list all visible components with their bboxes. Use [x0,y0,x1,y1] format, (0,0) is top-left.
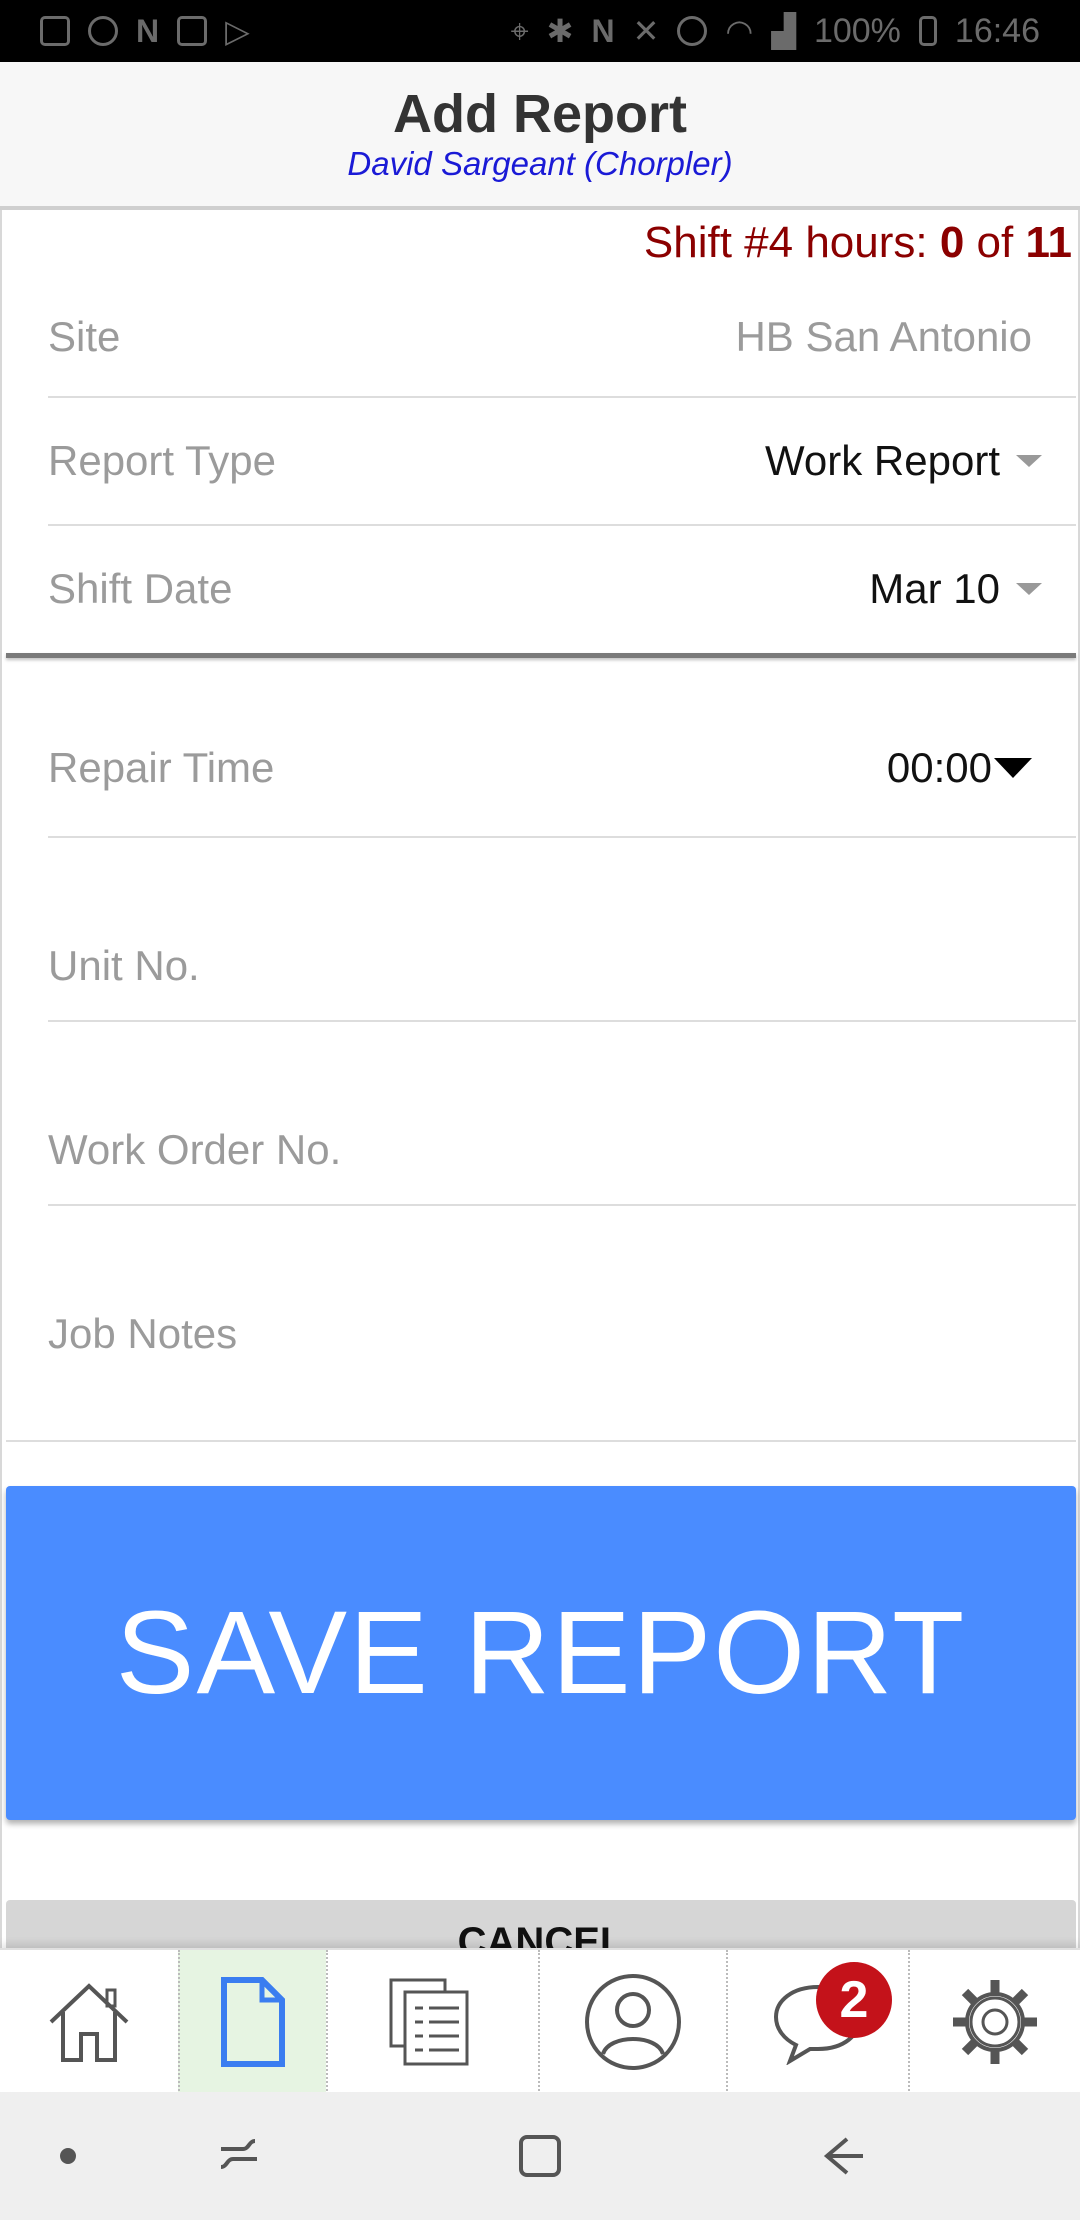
bottom-tab-bar: 2 [0,1948,1080,2094]
nfc-icon: N [591,13,615,49]
n-icon: N [136,13,160,49]
work-order-field-wrap [48,1126,1076,1206]
chevron-down-icon [1016,583,1042,595]
system-nav-bar [0,2092,1080,2220]
shift-date-select[interactable]: Shift Date Mar 10 [48,526,1076,652]
battery-percent: 100% [813,11,901,50]
document-icon [221,1977,285,2067]
dot-icon [60,2148,76,2164]
repair-time-label: Repair Time [48,744,275,791]
shift-hours-total: 11 [1025,218,1072,267]
job-notes-underline [6,1440,1076,1442]
home-icon [49,1983,129,2062]
account-icon [88,16,118,46]
shift-date-value-wrap: Mar 10 [869,565,1076,613]
tab-home[interactable] [0,1950,178,2094]
home-square-icon [519,2135,561,2177]
nav-back[interactable] [804,2092,884,2220]
tab-add-report[interactable] [178,1950,326,2094]
alarm-icon [677,16,708,46]
nav-recent-apps[interactable] [200,2092,280,2220]
page-title: Add Report [393,84,687,144]
battery-charging-icon [918,16,937,46]
save-report-button[interactable]: SAVE REPORT [6,1486,1076,1820]
site-label: Site [48,313,121,360]
shift-date-label: Shift Date [48,565,233,612]
mail-icon [40,16,70,46]
unit-no-field-wrap [48,942,1076,1022]
section-divider [6,653,1076,658]
site-value: HB San Antonio [735,313,1032,360]
report-type-label: Report Type [48,437,277,484]
job-notes-field-wrap [48,1310,1076,1400]
sim-icon [177,16,208,46]
tab-profile[interactable] [538,1950,726,2094]
tab-messages[interactable]: 2 [726,1950,908,2094]
mute-icon: ✕ [632,13,660,49]
nav-dot[interactable] [40,2092,96,2220]
unit-no-input[interactable] [48,942,1076,990]
location-icon: ⌖ [510,13,529,49]
shift-hours-indicator: Shift #4 hours: 0 of 11 [644,218,1072,268]
user-subtitle: David Sargeant (Chorpler) [347,145,733,182]
shift-hours-current: 0 [939,218,965,267]
report-type-select[interactable]: Report Type Work Report [48,398,1076,526]
job-notes-textarea[interactable] [48,1310,1076,1370]
status-bar: N ▷ ⌖ ✱ N ✕ ◠ ▟ 100% 16:46 [0,0,1080,62]
shift-hours-prefix: Shift #4 hours: [643,218,940,267]
report-type-value-wrap: Work Report [765,437,1076,485]
shift-hours-of: of [964,218,1026,267]
chevron-down-icon [1016,455,1042,467]
profile-icon [585,1974,681,2070]
repair-time-value: 00:00 [886,744,992,791]
tab-reports[interactable] [326,1950,538,2094]
app-header: Add Report David Sargeant (Chorpler) [0,62,1080,210]
reports-list-icon [389,1978,469,2066]
back-arrow-icon [823,2137,863,2175]
status-right-icons: ⌖ ✱ N ✕ ◠ ▟ 100% 16:46 [511,12,1040,51]
repair-time-select[interactable]: Repair Time 00:00 [48,700,1076,838]
report-type-value: Work Report [765,437,1000,484]
site-row[interactable]: Site HB San Antonio [48,278,1076,398]
nav-home[interactable] [500,2092,580,2220]
repair-time-value-wrap: 00:00 [887,744,1076,792]
bluetooth-icon: ✱ [546,13,574,49]
wifi-icon: ◠ [725,13,754,49]
recent-apps-icon [220,2139,257,2169]
signal-icon: ▟ [771,13,796,49]
play-store-icon: ▷ [225,13,250,49]
unread-messages-badge: 2 [816,1962,892,2038]
clock: 16:46 [954,11,1040,50]
shift-date-value: Mar 10 [869,565,1000,612]
caret-down-icon [994,758,1032,778]
status-left-icons: N ▷ [40,15,250,47]
settings-gear-icon [953,1980,1037,2064]
work-order-no-input[interactable] [48,1126,1076,1174]
tab-settings[interactable] [908,1950,1080,2094]
